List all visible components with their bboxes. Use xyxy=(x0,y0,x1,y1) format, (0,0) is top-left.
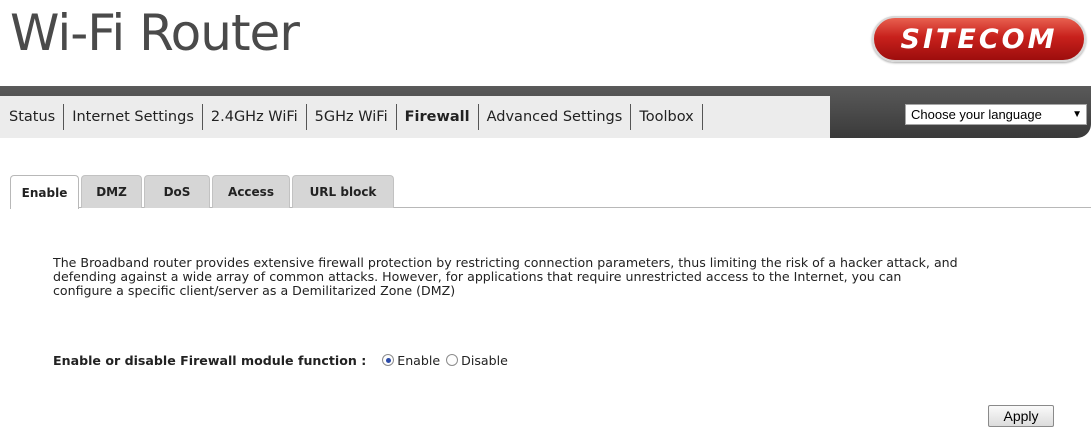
disable-radio[interactable] xyxy=(446,354,459,366)
tab-enable[interactable]: Enable xyxy=(10,175,79,209)
enable-radio[interactable] xyxy=(382,354,395,366)
description-line: configure a specific client/server as a … xyxy=(53,283,456,298)
nav-item-2-4ghz-wifi[interactable]: 2.4GHz WiFi xyxy=(203,104,307,130)
language-select-value: Choose your language xyxy=(911,107,1042,122)
tab-url-block[interactable]: URL block xyxy=(292,175,394,208)
tab-dmz[interactable]: DMZ xyxy=(81,175,142,208)
description-line: The Broadband router provides extensive … xyxy=(53,255,958,270)
firewall-toggle-label: Enable or disable Firewall module functi… xyxy=(53,352,367,368)
logo-text: SITECOM xyxy=(900,23,1058,55)
chevron-down-icon: ▼ xyxy=(1072,109,1082,120)
nav-item-firewall[interactable]: Firewall xyxy=(397,104,479,130)
nav-item-status[interactable]: Status xyxy=(0,104,65,130)
firewall-tabs: Enable DMZ DoS Access URL block xyxy=(10,175,1091,209)
nav-menu: Status Internet Settings 2.4GHz WiFi 5GH… xyxy=(0,96,830,138)
apply-button[interactable]: Apply xyxy=(988,405,1054,427)
nav-item-5ghz-wifi[interactable]: 5GHz WiFi xyxy=(307,104,397,130)
page-title: Wi-Fi Router xyxy=(10,4,300,62)
language-select[interactable]: Choose your language ▼ xyxy=(905,104,1087,125)
description-line: defending against a wide array of common… xyxy=(53,269,902,284)
enable-radio-label[interactable]: Enable xyxy=(397,353,440,368)
tab-dos[interactable]: DoS xyxy=(144,175,210,208)
firewall-toggle-row: Enable or disable Firewall module functi… xyxy=(53,352,514,368)
nav-item-internet-settings[interactable]: Internet Settings xyxy=(64,104,203,130)
sitecom-logo: SITECOM xyxy=(872,16,1086,62)
firewall-description: The Broadband router provides extensive … xyxy=(53,256,1053,298)
disable-radio-label[interactable]: Disable xyxy=(461,353,508,368)
tab-access[interactable]: Access xyxy=(212,175,290,208)
top-navbar: Status Internet Settings 2.4GHz WiFi 5GH… xyxy=(0,86,1091,138)
nav-item-advanced-settings[interactable]: Advanced Settings xyxy=(479,104,632,130)
nav-item-toolbox[interactable]: Toolbox xyxy=(631,104,703,130)
